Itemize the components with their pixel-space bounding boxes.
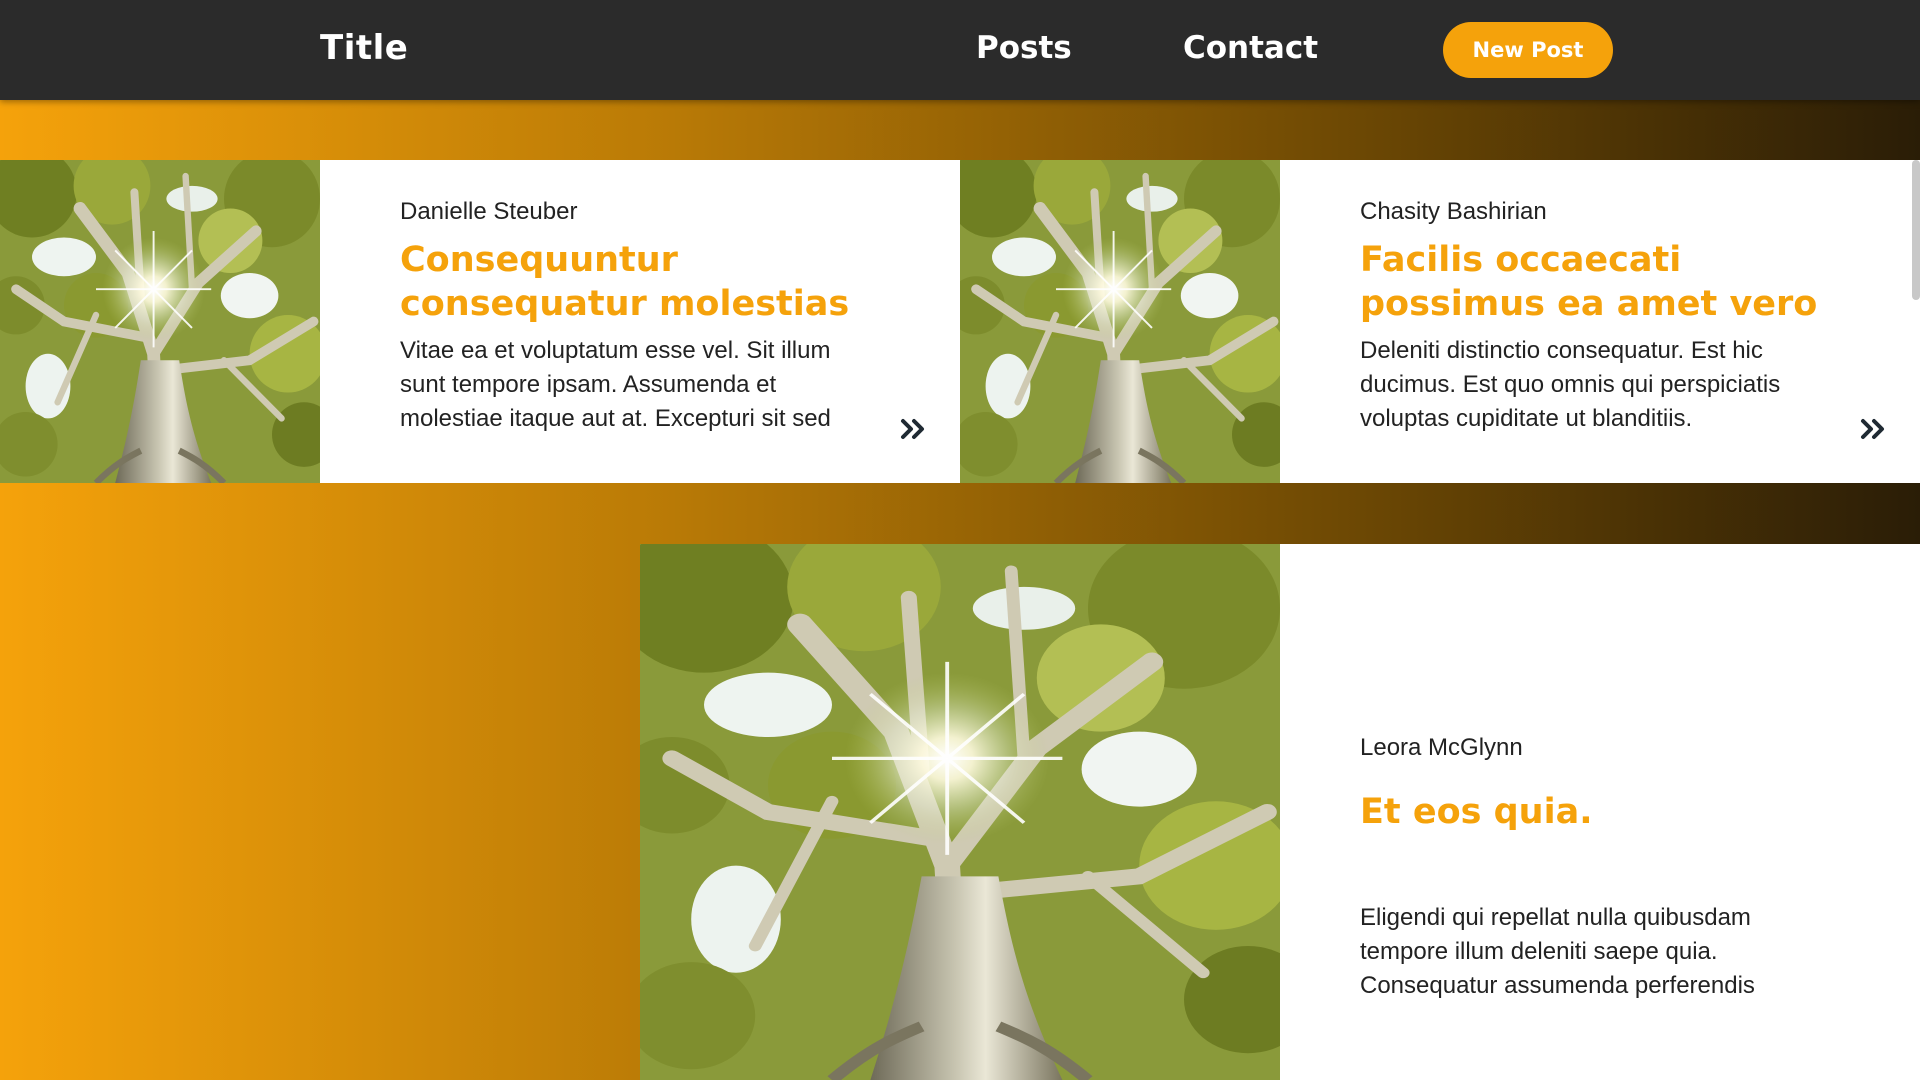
new-post-button[interactable]: New Post xyxy=(1443,22,1613,78)
double-chevron-right-icon[interactable] xyxy=(1860,418,1888,440)
post-title[interactable]: Consequuntur consequatur molestias xyxy=(400,238,860,326)
post-title[interactable]: Facilis occaecati possimus ea amet vero xyxy=(1360,238,1820,326)
post-image xyxy=(0,160,320,483)
post-excerpt: Deleniti distinctio consequatur. Est hic… xyxy=(1360,337,1781,432)
post-excerpt: Eligendi qui repellat nulla quibusdam te… xyxy=(1360,904,1755,999)
nav-posts-link[interactable]: Posts xyxy=(976,30,1072,66)
post-image xyxy=(960,160,1280,483)
post-card-body: Leora McGlynn Et eos quia. Eligendi qui … xyxy=(1280,544,1920,1080)
nav-contact-link[interactable]: Contact xyxy=(1183,30,1318,66)
post-card-body: Chasity Bashirian Facilis occaecati poss… xyxy=(1280,160,1920,483)
post-image xyxy=(640,544,1280,1080)
double-chevron-right-icon[interactable] xyxy=(900,418,928,440)
post-title[interactable]: Et eos quia. xyxy=(1360,790,1840,834)
top-nav-bar: Title Posts Contact New Post xyxy=(0,0,1920,100)
post-excerpt: Vitae ea et voluptatum esse vel. Sit ill… xyxy=(400,337,831,432)
post-card-body: Danielle Steuber Consequuntur consequatu… xyxy=(320,160,960,483)
post-author: Chasity Bashirian xyxy=(1360,198,1547,225)
site-title[interactable]: Title xyxy=(320,28,408,68)
post-author: Leora McGlynn xyxy=(1360,734,1523,761)
post-author: Danielle Steuber xyxy=(400,198,578,225)
scrollbar-thumb[interactable] xyxy=(1912,160,1920,300)
